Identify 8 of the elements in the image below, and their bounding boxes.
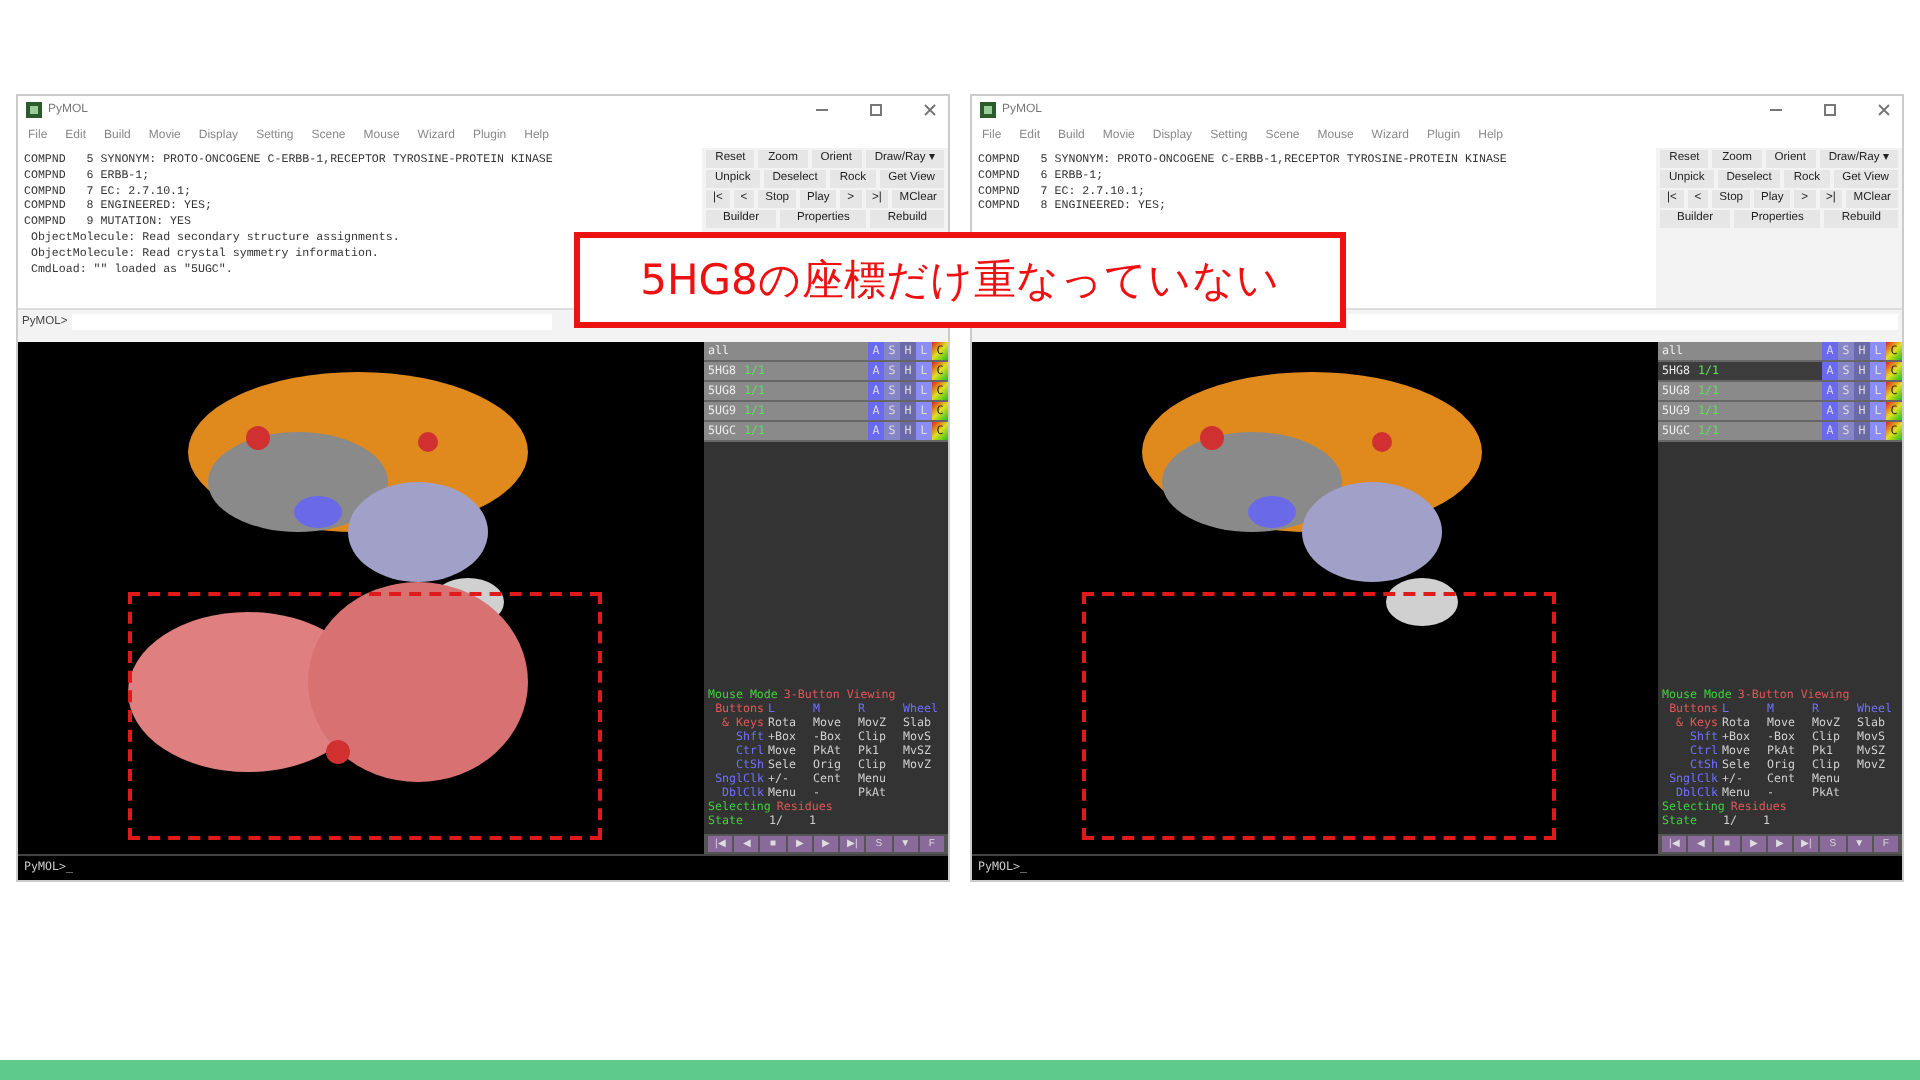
app-logo-icon <box>980 101 996 117</box>
command-input-field[interactable] <box>1348 314 1898 330</box>
callout-text: 5HG8の座標だけ重なっていない <box>640 254 1280 308</box>
app-logo-icon <box>26 101 42 117</box>
maximize-icon[interactable] <box>866 99 886 119</box>
close-icon[interactable] <box>920 99 940 119</box>
maximize-icon[interactable] <box>1820 99 1840 119</box>
close-icon[interactable] <box>1874 99 1894 119</box>
